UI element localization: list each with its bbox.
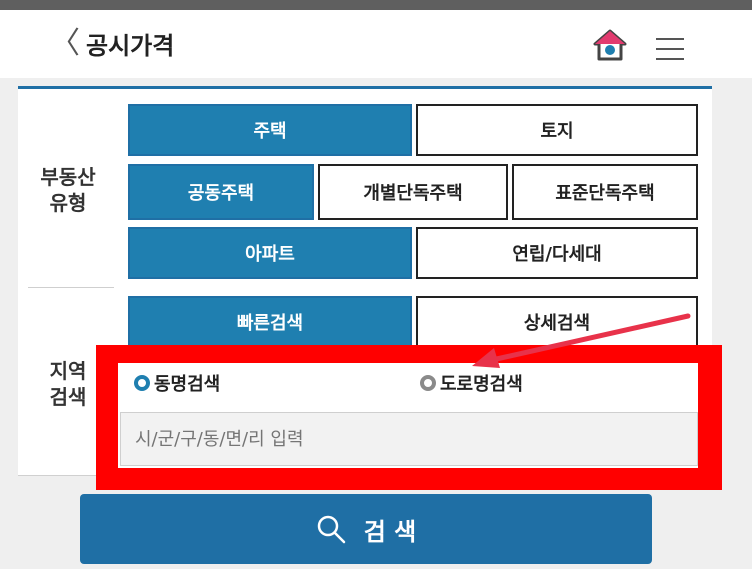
chevron-left-icon[interactable]: 〈: [50, 24, 80, 64]
type-standard-house-button[interactable]: 표준단독주택: [512, 164, 698, 220]
type-villa-button[interactable]: 연립/다세대: [416, 227, 698, 279]
radio-selected-icon: [134, 375, 150, 391]
status-bar: [0, 0, 752, 10]
type-individual-house-button[interactable]: 개별단독주택: [318, 164, 508, 220]
section-divider: [28, 287, 114, 288]
type-apartment-button[interactable]: 아파트: [128, 227, 412, 279]
search-button[interactable]: 검 색: [80, 494, 652, 564]
road-name-search-radio[interactable]: 도로명검색: [420, 370, 523, 396]
home-icon[interactable]: [592, 28, 628, 62]
type-land-button[interactable]: 토지: [416, 104, 698, 156]
type-apartment-complex-button[interactable]: 공동주택: [128, 164, 314, 220]
page-title: 공시가격: [86, 32, 175, 60]
dong-name-search-radio[interactable]: 동명검색: [134, 370, 220, 396]
search-button-label: 검 색: [363, 517, 417, 546]
radio-unselected-icon: [420, 375, 436, 391]
property-type-label: 부동산 유형: [40, 165, 96, 215]
search-icon: [317, 515, 345, 544]
type-housing-button[interactable]: 주택: [128, 104, 412, 156]
hamburger-menu-icon[interactable]: [656, 38, 684, 60]
quick-search-tab[interactable]: 빠른검색: [128, 296, 412, 348]
region-search-input[interactable]: [120, 412, 698, 466]
app-header: 〈 공시가격: [0, 10, 752, 78]
detailed-search-tab[interactable]: 상세검색: [416, 296, 698, 348]
